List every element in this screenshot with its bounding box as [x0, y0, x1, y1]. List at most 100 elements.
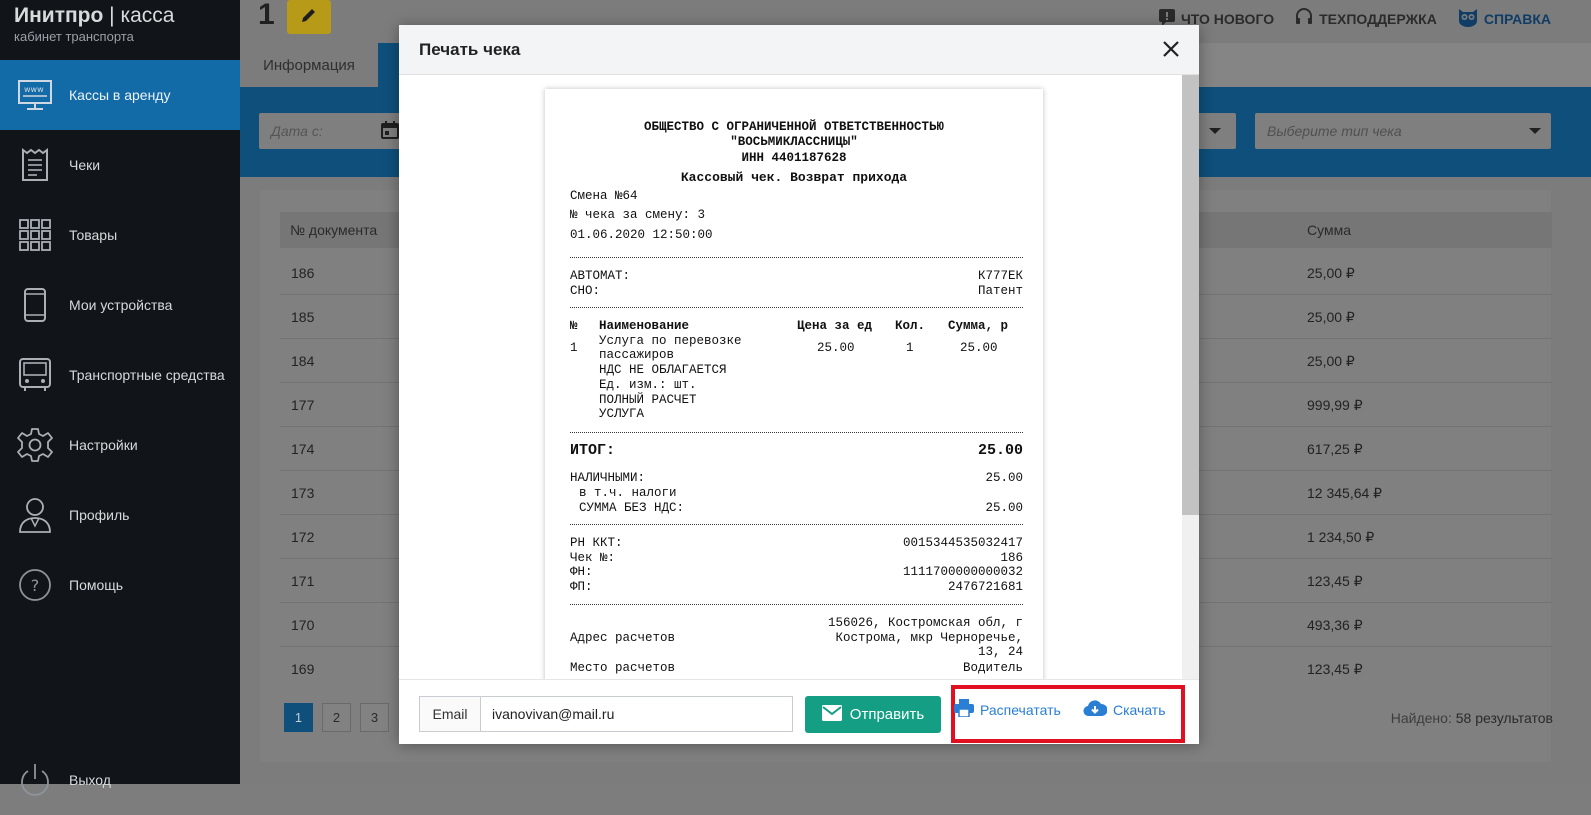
receipt: ОБЩЕСТВО С ОГРАНИЧЕННОЙ ОТВЕТСТВЕННОСТЬЮ… — [545, 89, 1043, 679]
receipt-icon — [16, 146, 54, 184]
close-icon — [1159, 41, 1183, 65]
check-type-select[interactable]: Выберите тип чека — [1255, 113, 1551, 149]
receipt-item-name-line: НДС НЕ ОБЛАГАЕТСЯ — [599, 363, 727, 377]
receipt-doc-type: Кассовый чек. Возврат прихода — [680, 170, 908, 185]
receipt-cash-label: НАЛИЧНЫМИ: — [570, 471, 646, 485]
sidebar-item-devices[interactable]: Мои устройства — [0, 270, 240, 340]
send-button[interactable]: Отправить — [805, 696, 941, 733]
row-sum: 493,36 ₽ — [1307, 617, 1363, 633]
print-button[interactable]: Распечатать — [954, 699, 1061, 720]
column-header-doc[interactable]: № документа — [290, 222, 377, 238]
receipt-item-name-line: УСЛУГА — [599, 407, 645, 421]
receipt-automat-value: К777ЕК — [977, 269, 1023, 283]
modal-title: Печать чека — [419, 40, 521, 59]
help-label: СПРАВКА — [1483, 10, 1551, 27]
page-button-2[interactable]: 2 — [322, 703, 351, 732]
owl-icon — [1457, 7, 1479, 30]
power-icon — [16, 761, 54, 799]
row-sum: 12 345,64 ₽ — [1307, 485, 1383, 501]
receipt-org-line1: ОБЩЕСТВО С ОГРАНИЧЕННОЙ ОТВЕТСТВЕННОСТЬЮ — [643, 120, 945, 134]
receipt-org-line2: "ВОСЬМИКЛАССНИЦЫ" — [730, 135, 858, 149]
sidebar-item-rent-registers[interactable]: www Кассы в аренду — [0, 60, 240, 130]
receipt-divider — [570, 432, 1023, 433]
sidebar-item-checks[interactable]: Чеки — [0, 130, 240, 200]
support-link[interactable]: ТЕХПОДДЕРЖКА — [1294, 7, 1437, 30]
row-sum: 123,45 ₽ — [1307, 573, 1363, 589]
headset-icon — [1294, 7, 1314, 30]
calendar-icon[interactable] — [381, 121, 399, 144]
print-label: Распечатать — [980, 701, 1061, 718]
receipt-place-label: Место расчетов — [570, 661, 676, 675]
receipt-address-line: Кострома, мкр Черноречье, — [835, 631, 1023, 645]
printer-icon — [954, 699, 974, 720]
receipt-item-name-line: пассажиров — [599, 348, 675, 362]
help-icon: ? — [16, 566, 54, 604]
row-doc: 177 — [291, 397, 315, 413]
scrollbar-thumb[interactable] — [1182, 75, 1199, 515]
row-sum: 123,45 ₽ — [1307, 661, 1363, 677]
row-doc: 185 — [291, 309, 315, 325]
receipt-fn-label: ФН: — [570, 565, 593, 579]
help-link[interactable]: СПРАВКА — [1457, 7, 1551, 30]
modal-body[interactable]: ОБЩЕСТВО С ОГРАНИЧЕННОЙ ОТВЕТСТВЕННОСТЬЮ… — [399, 75, 1182, 679]
top-links: ЧТО НОВОГО ТЕХПОДДЕРЖКА СПРАВКА — [1158, 7, 1551, 30]
user-icon — [16, 496, 54, 534]
row-doc: 169 — [291, 661, 315, 677]
phone-icon — [16, 286, 54, 324]
row-doc: 186 — [291, 265, 315, 281]
close-button[interactable] — [1159, 37, 1183, 61]
sidebar-item-profile[interactable]: Профиль — [0, 480, 240, 550]
download-label: Скачать — [1113, 701, 1166, 718]
chevron-down-icon — [1529, 128, 1541, 134]
pencil-icon — [300, 6, 318, 29]
receipt-address-label: Адрес расчетов — [570, 631, 676, 645]
tab-info[interactable]: Информация — [240, 43, 378, 87]
page-button-3[interactable]: 3 — [360, 703, 389, 732]
brand-separator: | — [109, 4, 115, 27]
edit-button[interactable] — [287, 0, 331, 34]
modal-header: Печать чека — [399, 25, 1199, 75]
receipt-item-name-line: Услуга по перевозке — [599, 334, 742, 348]
receipt-cash-value: 25.00 — [985, 471, 1023, 485]
www-monitor-icon: www — [16, 76, 54, 114]
receipt-col-num: № — [570, 319, 578, 333]
email-label: Email — [420, 697, 481, 731]
sidebar-item-label: Чеки — [69, 156, 101, 173]
sidebar-item-settings[interactable]: Настройки — [0, 410, 240, 480]
grid-icon — [16, 216, 54, 254]
brand-subtitle: кабинет транспорта — [14, 29, 134, 44]
receipt-item-num: 1 — [570, 341, 578, 355]
row-doc: 170 — [291, 617, 315, 633]
sidebar-item-help[interactable]: ? Помощь — [0, 550, 240, 620]
email-field[interactable] — [481, 697, 792, 731]
sidebar-item-exit[interactable]: Выход — [0, 745, 111, 815]
receipt-item-qty: 1 — [906, 341, 914, 355]
email-field-group: Email — [419, 696, 793, 732]
sidebar-item-label: Товары — [69, 226, 118, 243]
send-label: Отправить — [849, 706, 925, 723]
modal-scrollbar[interactable] — [1182, 75, 1199, 679]
modal-footer: Email Отправить Распечатать Скачать — [399, 679, 1199, 744]
row-doc: 173 — [291, 485, 315, 501]
receipt-item-sum: 25.00 — [960, 341, 998, 355]
date-from-input[interactable]: Дата с: — [259, 113, 401, 149]
receipt-fn-value: 1111700000000032 — [902, 565, 1023, 579]
sidebar-item-products[interactable]: Товары — [0, 200, 240, 270]
row-sum: 999,99 ₽ — [1307, 397, 1363, 413]
brand-logo[interactable]: Инитпро | касса кабинет транспорта — [14, 4, 174, 44]
receipt-fp-label: ФП: — [570, 580, 593, 594]
row-sum: 617,25 ₽ — [1307, 441, 1363, 457]
sidebar-item-vehicles[interactable]: Транспортные средства — [0, 340, 240, 410]
sidebar: Инитпро | касса кабинет транспорта www К… — [0, 0, 240, 796]
column-header-sum[interactable]: Сумма — [1307, 222, 1351, 238]
sidebar-item-label: Настройки — [69, 436, 138, 453]
receipt-no-vat-value: 25.00 — [985, 501, 1023, 515]
download-button[interactable]: Скачать — [1083, 699, 1166, 720]
receipt-col-name: Наименование — [599, 319, 690, 333]
page-button-1[interactable]: 1 — [284, 703, 313, 732]
sidebar-nav: www Кассы в аренду Чеки Товары Мои устро… — [0, 60, 240, 796]
receipt-item-name-line: Ед. изм.: шт. — [599, 378, 697, 392]
receipt-divider — [570, 257, 1023, 258]
receipt-divider — [570, 604, 1023, 605]
brand-product: касса — [120, 4, 175, 27]
